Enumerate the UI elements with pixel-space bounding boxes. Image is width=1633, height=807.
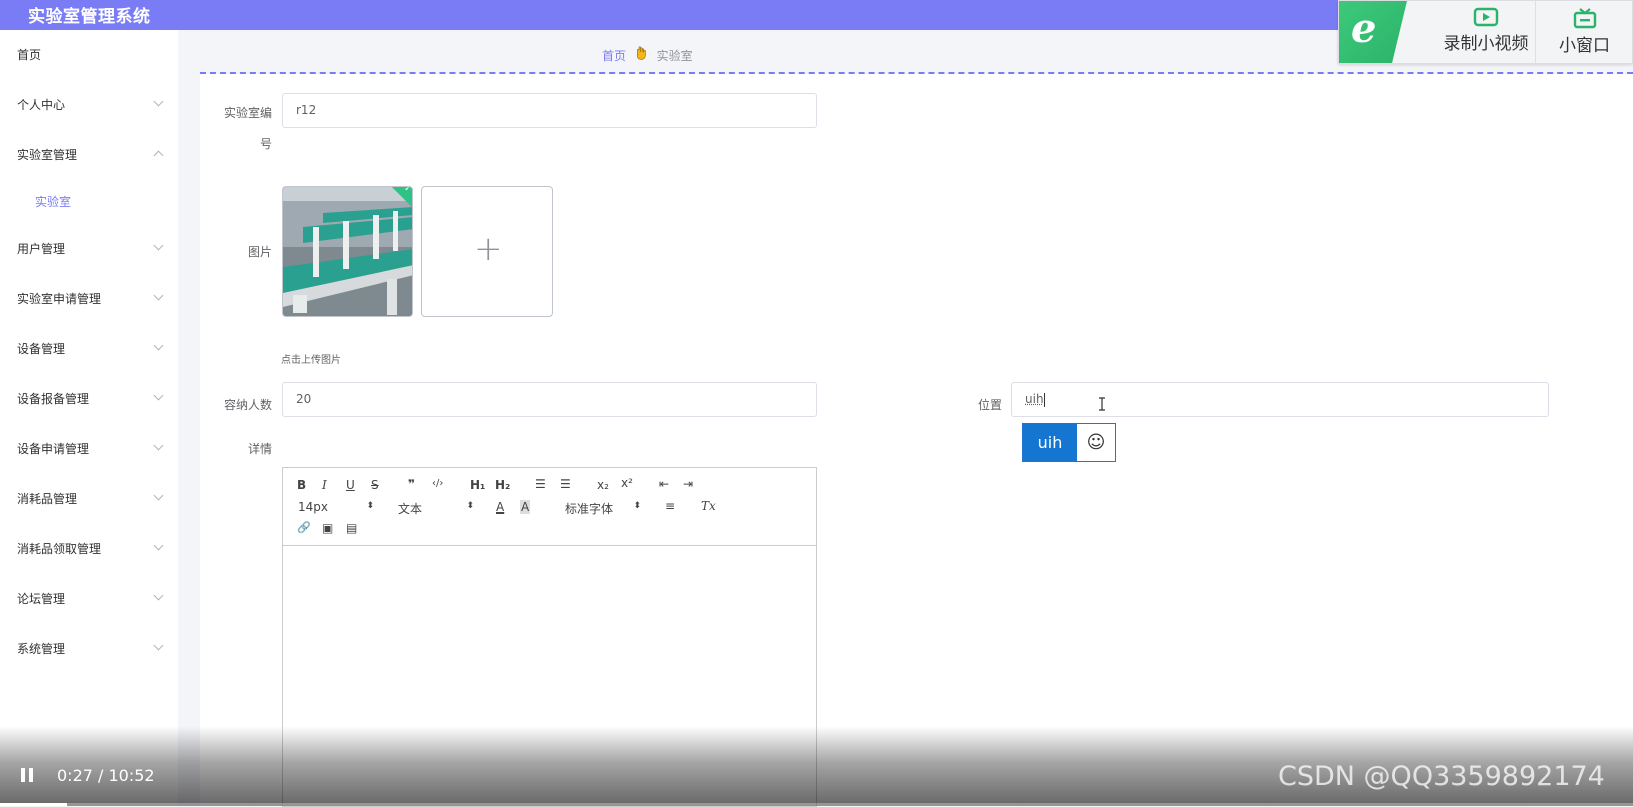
location-input[interactable]: uih [1011,382,1549,417]
upload-tip: 点击上传图片 [281,351,341,366]
mini-window-label: 小窗口 [1559,36,1610,56]
lab-photo [283,187,413,317]
chevron-down-icon [154,291,164,301]
font-size-select[interactable]: 14px ⬍ [298,500,374,514]
lab-number-input[interactable]: r12 [282,93,817,128]
italic-button[interactable]: I [322,478,327,492]
strike-button[interactable]: S [371,478,379,492]
chevron-down-icon [154,341,164,351]
chevron-down-icon [154,541,164,551]
ordered-list-icon[interactable]: ☰ [535,477,546,491]
check-icon: ✓ [404,186,412,194]
header-select[interactable]: 文本 ⬍ [398,500,474,517]
chevron-down-icon [154,97,164,107]
video-time: 0:27 / 10:52 [57,766,155,785]
sidebar: 首页 个人中心 实验室管理 实验室 用户管理 实验室申请管理 设备管理 设备报备… [0,30,178,806]
link-icon[interactable]: 🔗 [297,521,311,534]
chevron-down-icon [154,641,164,651]
editor-toolbar: B I U S ❞ ‹/› H₁ H₂ ☰ ☰ x₂ x² ⇤ ⇥ 14px ⬍ … [283,468,816,546]
emoji-icon[interactable]: ☺ [1077,424,1115,461]
header1-button[interactable]: H₁ [470,478,485,492]
lab-form: 实验室编 号 r12 图片 ✓ + 点击上传图片 容纳人数 20 位置 uih … [200,74,1633,806]
sidebar-item-home[interactable]: 首页 [17,46,162,63]
sidebar-item-lab-management[interactable]: 实验室管理 [17,146,162,163]
lab-number-label: 实验室编 号 [220,104,272,152]
uploaded-lab-image[interactable]: ✓ [282,186,413,317]
superscript-button[interactable]: x² [621,476,633,490]
sidebar-item-equipment[interactable]: 设备管理 [17,340,162,357]
recorder-logo-icon: e [1339,1,1407,63]
font-family-select[interactable]: 标准字体 ⬍ [565,500,641,517]
breadcrumb: 首页 实验室 [602,46,693,64]
select-arrows-icon: ⬍ [466,503,474,509]
tv-icon [1573,7,1597,29]
header2-button[interactable]: H₂ [495,478,510,492]
chevron-down-icon [154,241,164,251]
outdent-icon[interactable]: ⇤ [659,477,669,491]
sidebar-item-system[interactable]: 系统管理 [17,640,162,657]
sidebar-item-consumable-pickups[interactable]: 消耗品领取管理 [17,540,162,557]
ime-candidate[interactable]: uih [1023,424,1077,461]
align-icon[interactable]: ≡ [665,499,675,513]
image-icon[interactable]: ▣ [322,521,333,535]
sidebar-subitem-lab[interactable]: 实验室 [35,193,71,210]
location-input-value: uih [1025,392,1044,406]
sidebar-item-equipment-applications[interactable]: 设备申请管理 [17,440,162,457]
background-color-button[interactable]: A [520,500,530,514]
capacity-label: 容纳人数 [220,396,272,413]
font-color-button[interactable]: A [496,500,504,514]
chevron-down-icon [154,591,164,601]
video-icon[interactable]: ▤ [346,521,357,535]
details-label: 详情 [220,440,272,457]
breadcrumb-current: 实验室 [657,49,693,63]
breadcrumb-home-link[interactable]: 首页 [602,49,626,63]
video-camera-icon [1473,7,1499,27]
sidebar-item-equipment-reports[interactable]: 设备报备管理 [17,390,162,407]
record-video-label: 录制小视频 [1444,34,1529,54]
chevron-down-icon [154,441,164,451]
hand-icon [636,46,647,63]
ime-candidate-popup[interactable]: uih ☺ [1022,423,1116,462]
sidebar-item-forum[interactable]: 论坛管理 [17,590,162,607]
chevron-down-icon [154,391,164,401]
pause-icon[interactable] [21,768,35,782]
chevron-down-icon [154,491,164,501]
sidebar-item-users[interactable]: 用户管理 [17,240,162,257]
blockquote-button[interactable]: ❞ [408,477,415,491]
indent-icon[interactable]: ⇥ [683,477,693,491]
capacity-input[interactable]: 20 [282,382,817,417]
text-cursor-icon [1098,397,1106,411]
upload-image-button[interactable]: + [421,186,553,317]
app-title: 实验室管理系统 [28,2,151,27]
sidebar-item-profile[interactable]: 个人中心 [17,96,162,113]
select-arrows-icon: ⬍ [633,503,641,509]
image-label: 图片 [220,243,272,260]
select-arrows-icon: ⬍ [366,503,374,509]
screen-recorder-widget: e 录制小视频 小窗口 [1338,0,1633,64]
bullet-list-icon[interactable]: ☰ [560,477,571,491]
location-label: 位置 [962,396,1002,413]
code-button[interactable]: ‹/› [432,478,443,489]
watermark: CSDN @QQ3359892174 [1278,761,1633,792]
bold-button[interactable]: B [297,478,306,492]
mini-window-button[interactable]: 小窗口 [1535,1,1633,63]
sidebar-item-consumables[interactable]: 消耗品管理 [17,490,162,507]
chevron-up-icon [154,151,164,161]
subscript-button[interactable]: x₂ [597,478,609,492]
plus-icon: + [474,229,503,269]
clean-format-icon[interactable]: Tx [701,499,716,513]
record-video-button[interactable]: 录制小视频 [1421,1,1551,63]
underline-button[interactable]: U [346,478,355,492]
sidebar-item-lab-applications[interactable]: 实验室申请管理 [17,290,162,307]
